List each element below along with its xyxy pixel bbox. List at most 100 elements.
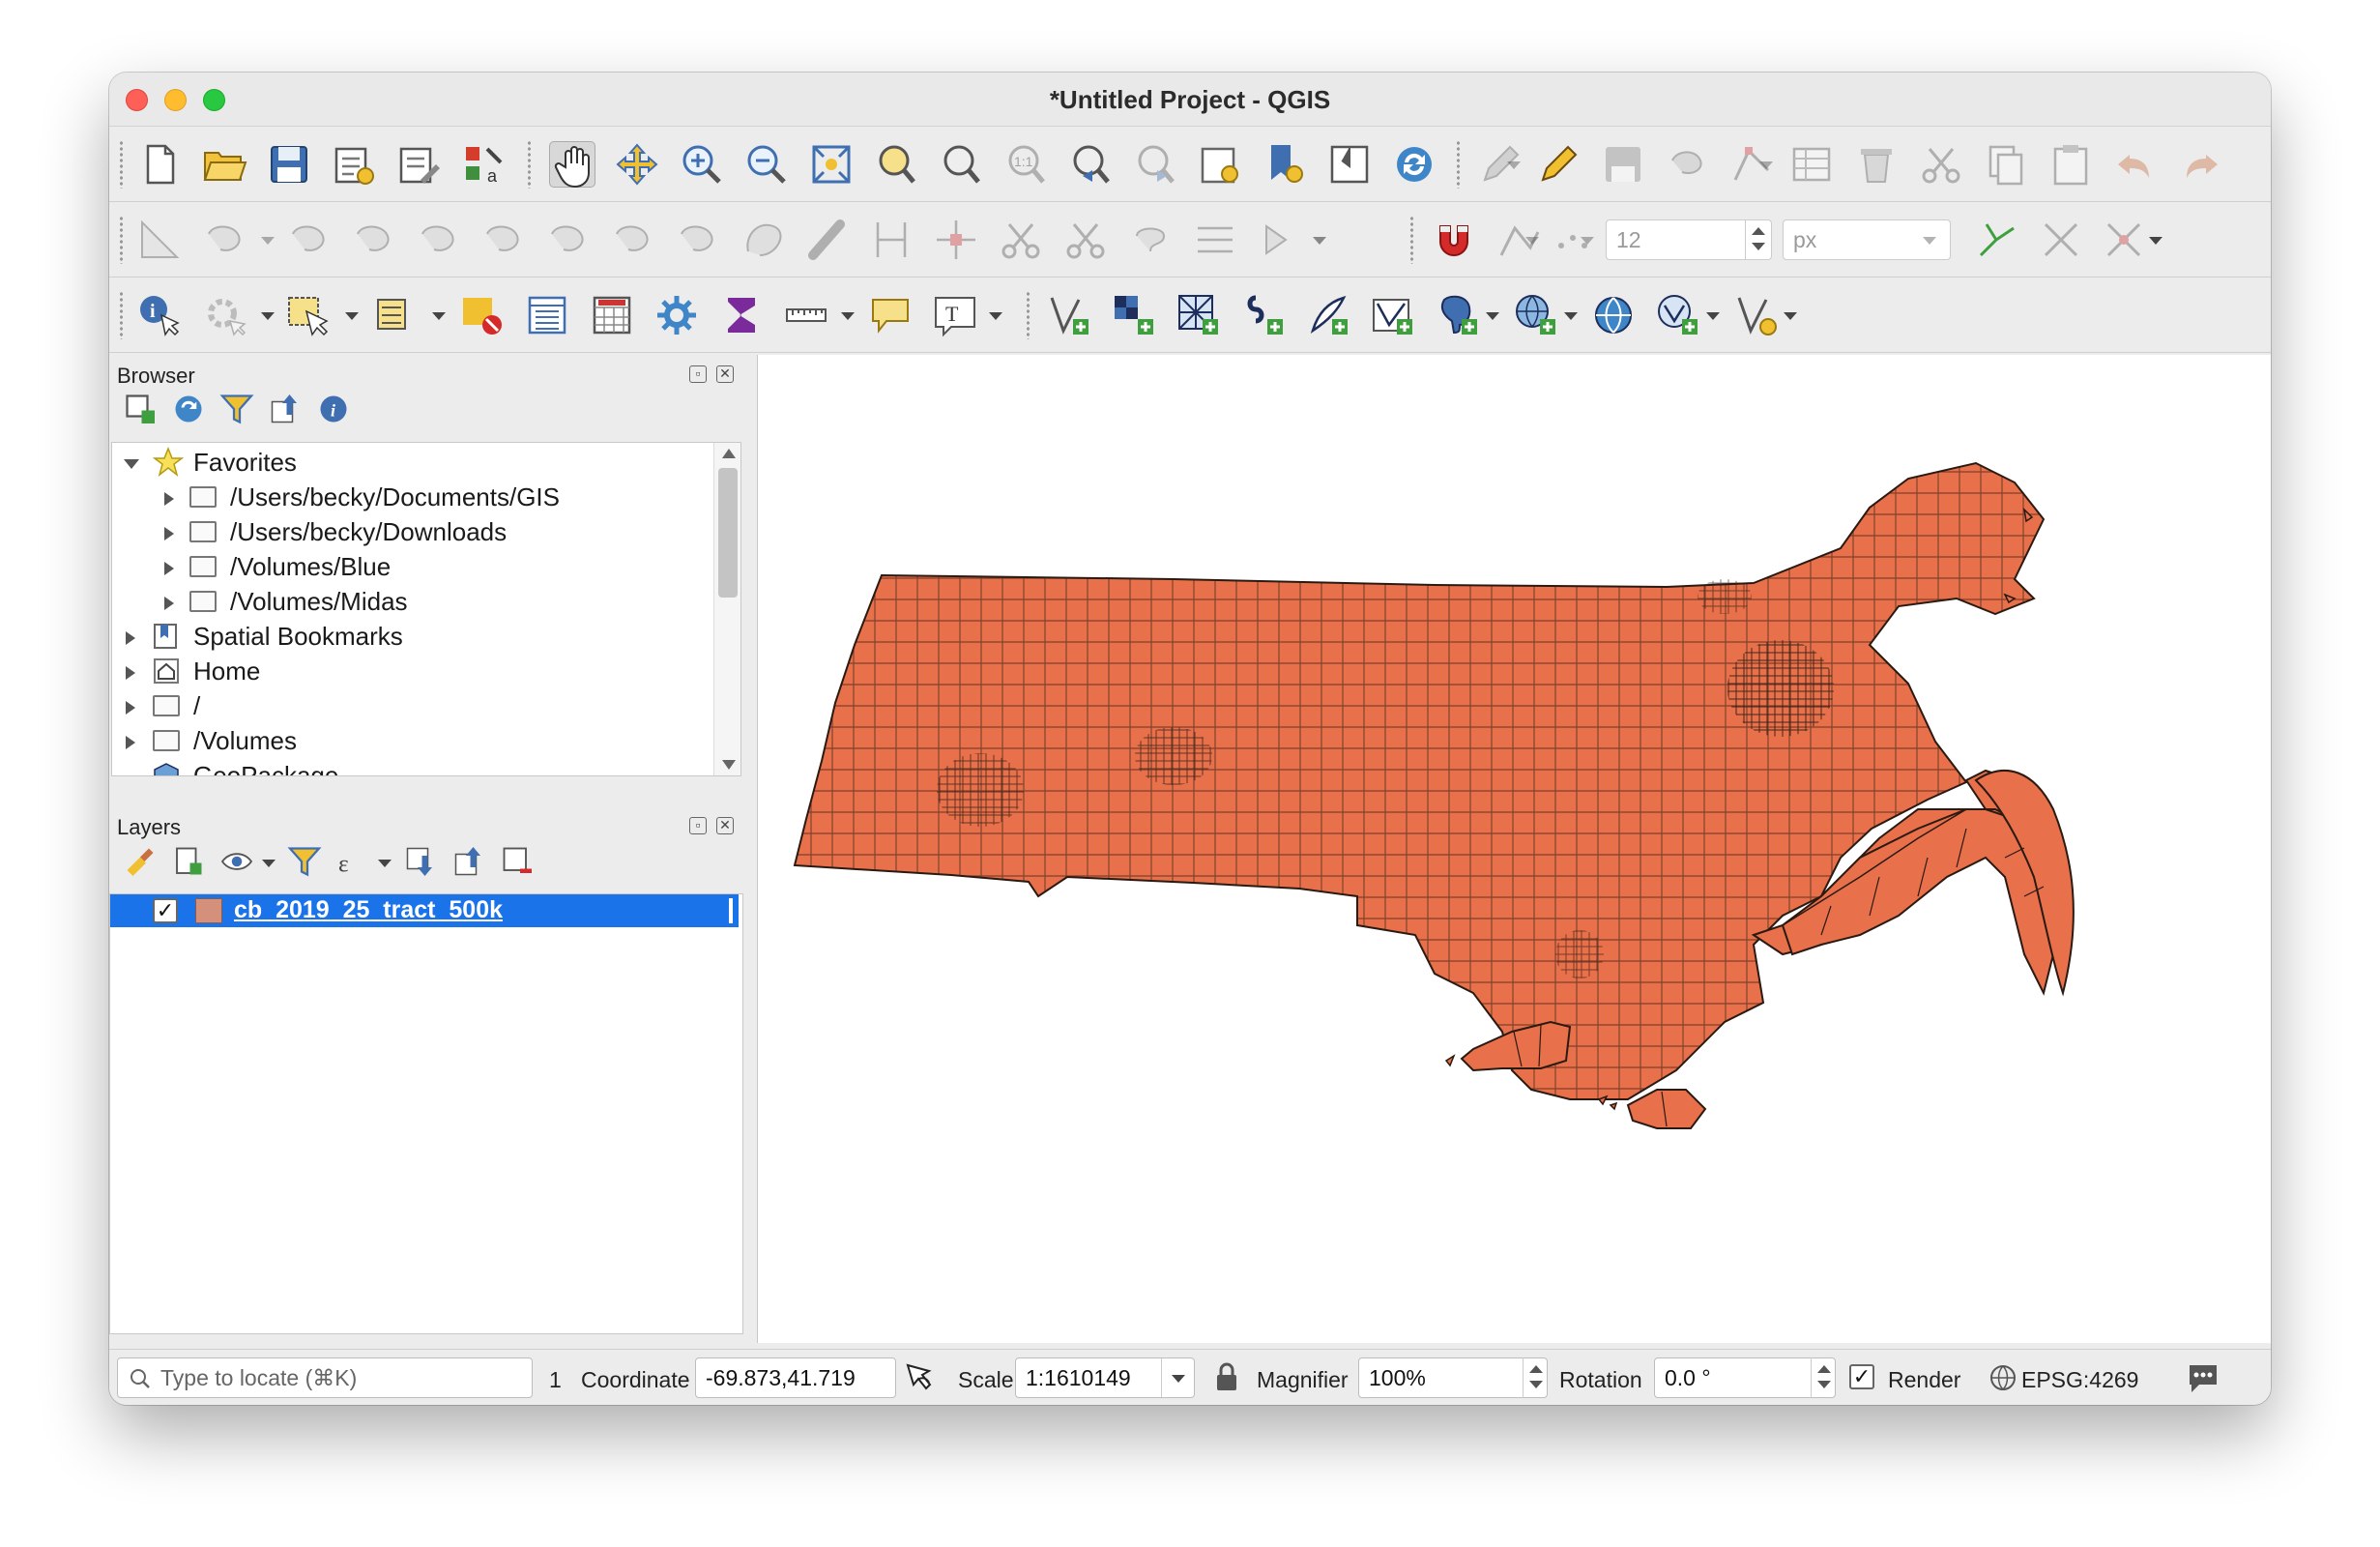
add-selected-layers-icon[interactable] bbox=[123, 392, 158, 426]
expand-arrow-icon[interactable] bbox=[164, 562, 174, 575]
fill-ring-icon[interactable] bbox=[285, 217, 332, 263]
delete-selected-icon[interactable] bbox=[1853, 141, 1900, 188]
layer-name[interactable]: cb_2019_25_tract_500k bbox=[234, 896, 503, 924]
scrollbar-thumb[interactable] bbox=[718, 468, 738, 598]
expand-all-icon[interactable] bbox=[403, 844, 438, 879]
tree-item-geopackage[interactable]: GeoPackage bbox=[112, 758, 711, 775]
remove-layer-icon[interactable] bbox=[500, 844, 535, 879]
copy-features-icon[interactable] bbox=[1983, 141, 2029, 188]
select-by-value-icon[interactable] bbox=[372, 292, 419, 338]
zoom-out-icon[interactable] bbox=[743, 141, 790, 188]
expand-arrow-icon[interactable] bbox=[164, 527, 174, 540]
tree-item-volumes[interactable]: /Volumes bbox=[112, 723, 711, 758]
magnifier-stepper[interactable] bbox=[1523, 1357, 1548, 1398]
add-raster-layer-icon[interactable] bbox=[1111, 292, 1157, 338]
trace-icon[interactable] bbox=[1973, 217, 2019, 263]
add-virtual-layer-icon[interactable] bbox=[1733, 292, 1780, 338]
save-project-icon[interactable] bbox=[266, 141, 312, 188]
state-polygon[interactable] bbox=[793, 461, 2075, 1129]
text-annotation-icon[interactable]: T bbox=[932, 292, 978, 338]
lock-scale-icon[interactable] bbox=[1214, 1361, 1239, 1394]
refresh-icon[interactable] bbox=[1391, 141, 1437, 188]
new-print-layout-icon[interactable] bbox=[331, 141, 377, 188]
field-calculator-icon[interactable] bbox=[589, 292, 635, 338]
filter-legend-icon[interactable] bbox=[287, 844, 322, 879]
add-group-icon[interactable] bbox=[171, 844, 206, 879]
split-parts-icon[interactable] bbox=[674, 217, 720, 263]
collapse-arrow-icon[interactable] bbox=[124, 459, 139, 469]
toolbar-grip[interactable] bbox=[119, 140, 124, 189]
merge-features-icon[interactable] bbox=[739, 217, 785, 263]
add-spatialite-icon[interactable] bbox=[1305, 292, 1351, 338]
map-tips-icon[interactable] bbox=[867, 292, 914, 338]
coordinate-field[interactable]: -69.873,41.719 bbox=[695, 1357, 896, 1398]
tree-item-home[interactable]: Home bbox=[112, 654, 711, 688]
avoid-overlap-icon[interactable] bbox=[2038, 217, 2084, 263]
split-features-icon[interactable] bbox=[609, 217, 655, 263]
filter-expression-icon[interactable]: ε bbox=[335, 844, 370, 879]
modify-attributes-icon[interactable] bbox=[1788, 141, 1835, 188]
topo-point-icon[interactable] bbox=[933, 217, 979, 263]
processing-toolbox-icon[interactable] bbox=[653, 292, 700, 338]
massachusetts-census-tracts-map[interactable] bbox=[758, 355, 2271, 1343]
select-features-icon[interactable] bbox=[285, 292, 332, 338]
add-wfs-layer-icon[interactable] bbox=[1655, 292, 1701, 338]
deselect-all-icon[interactable] bbox=[459, 292, 506, 338]
filter-browser-icon[interactable] bbox=[219, 392, 254, 426]
new-project-icon[interactable] bbox=[136, 141, 183, 188]
scroll-down-icon[interactable] bbox=[722, 760, 736, 770]
float-panel-button[interactable]: ▫ bbox=[689, 817, 707, 834]
expand-arrow-icon[interactable] bbox=[164, 492, 174, 506]
rotation-stepper[interactable] bbox=[1811, 1357, 1836, 1398]
style-manager-icon[interactable]: a bbox=[460, 141, 507, 188]
expand-arrow-icon[interactable] bbox=[126, 631, 135, 645]
redo-icon[interactable] bbox=[2177, 141, 2223, 188]
add-ring-icon[interactable] bbox=[201, 217, 247, 263]
add-mesh-layer-icon[interactable] bbox=[1175, 292, 1222, 338]
layout-manager-icon[interactable] bbox=[395, 141, 442, 188]
toggle-extents-icon[interactable] bbox=[902, 1361, 935, 1394]
offset-curve-icon[interactable] bbox=[544, 217, 591, 263]
snapping-magnet-icon[interactable] bbox=[1431, 217, 1477, 263]
crs-globe-icon[interactable] bbox=[1988, 1363, 2017, 1392]
expand-arrow-icon[interactable] bbox=[126, 736, 135, 749]
layer-item[interactable]: ✓ cb_2019_25_tract_500k bbox=[110, 894, 739, 927]
tree-item-root[interactable]: / bbox=[112, 688, 711, 723]
pan-to-selection-icon[interactable] bbox=[614, 141, 660, 188]
scroll-up-icon[interactable] bbox=[722, 449, 736, 458]
pan-map-icon[interactable] bbox=[549, 141, 595, 189]
tree-item-volumes-blue[interactable]: /Volumes/Blue bbox=[112, 549, 711, 584]
add-wms-layer-icon[interactable] bbox=[1513, 292, 1559, 338]
message-count[interactable]: 1 bbox=[549, 1367, 562, 1393]
scale-combobox[interactable]: 1:1610149 bbox=[1015, 1357, 1195, 1398]
undo-icon[interactable] bbox=[2112, 141, 2159, 188]
magnifier-input[interactable]: 100% bbox=[1358, 1357, 1548, 1398]
zoom-to-layer-icon[interactable] bbox=[938, 141, 984, 188]
identify-features-icon[interactable]: i bbox=[136, 292, 183, 338]
new-3d-view-icon[interactable] bbox=[1326, 141, 1373, 188]
tree-item-documents-gis[interactable]: /Users/becky/Documents/GIS bbox=[112, 480, 711, 514]
expand-arrow-icon[interactable] bbox=[164, 597, 174, 610]
rotate-feature-icon[interactable] bbox=[1257, 217, 1303, 263]
paste-features-icon[interactable] bbox=[2047, 141, 2094, 188]
toolbar-grip[interactable] bbox=[119, 216, 124, 264]
collapse-all-icon[interactable] bbox=[268, 392, 303, 426]
measure-angle-icon[interactable] bbox=[136, 217, 183, 263]
rotation-input[interactable]: 0.0 ° bbox=[1654, 1357, 1836, 1398]
open-layer-styling-icon[interactable] bbox=[123, 844, 158, 879]
zoom-to-selection-icon[interactable] bbox=[873, 141, 919, 188]
zoom-native-icon[interactable]: 1:1 bbox=[1002, 141, 1049, 188]
delete-part-icon[interactable] bbox=[415, 217, 461, 263]
add-xyz-layer-icon[interactable] bbox=[1590, 292, 1637, 338]
tree-item-downloads[interactable]: /Users/becky/Downloads bbox=[112, 514, 711, 549]
snapping-tolerance-stepper[interactable] bbox=[1745, 219, 1770, 260]
zoom-in-icon[interactable] bbox=[679, 141, 725, 188]
close-panel-button[interactable]: ✕ bbox=[716, 365, 734, 383]
toolbar-grip[interactable] bbox=[119, 291, 124, 339]
offset-icon[interactable] bbox=[1192, 217, 1238, 263]
self-snapping-icon[interactable] bbox=[2101, 217, 2147, 263]
tree-item-spatial-bookmarks[interactable]: Spatial Bookmarks bbox=[112, 619, 711, 654]
browser-scrollbar[interactable] bbox=[713, 443, 740, 775]
open-project-icon[interactable] bbox=[201, 141, 247, 188]
add-delimited-text-icon[interactable] bbox=[1240, 292, 1287, 338]
